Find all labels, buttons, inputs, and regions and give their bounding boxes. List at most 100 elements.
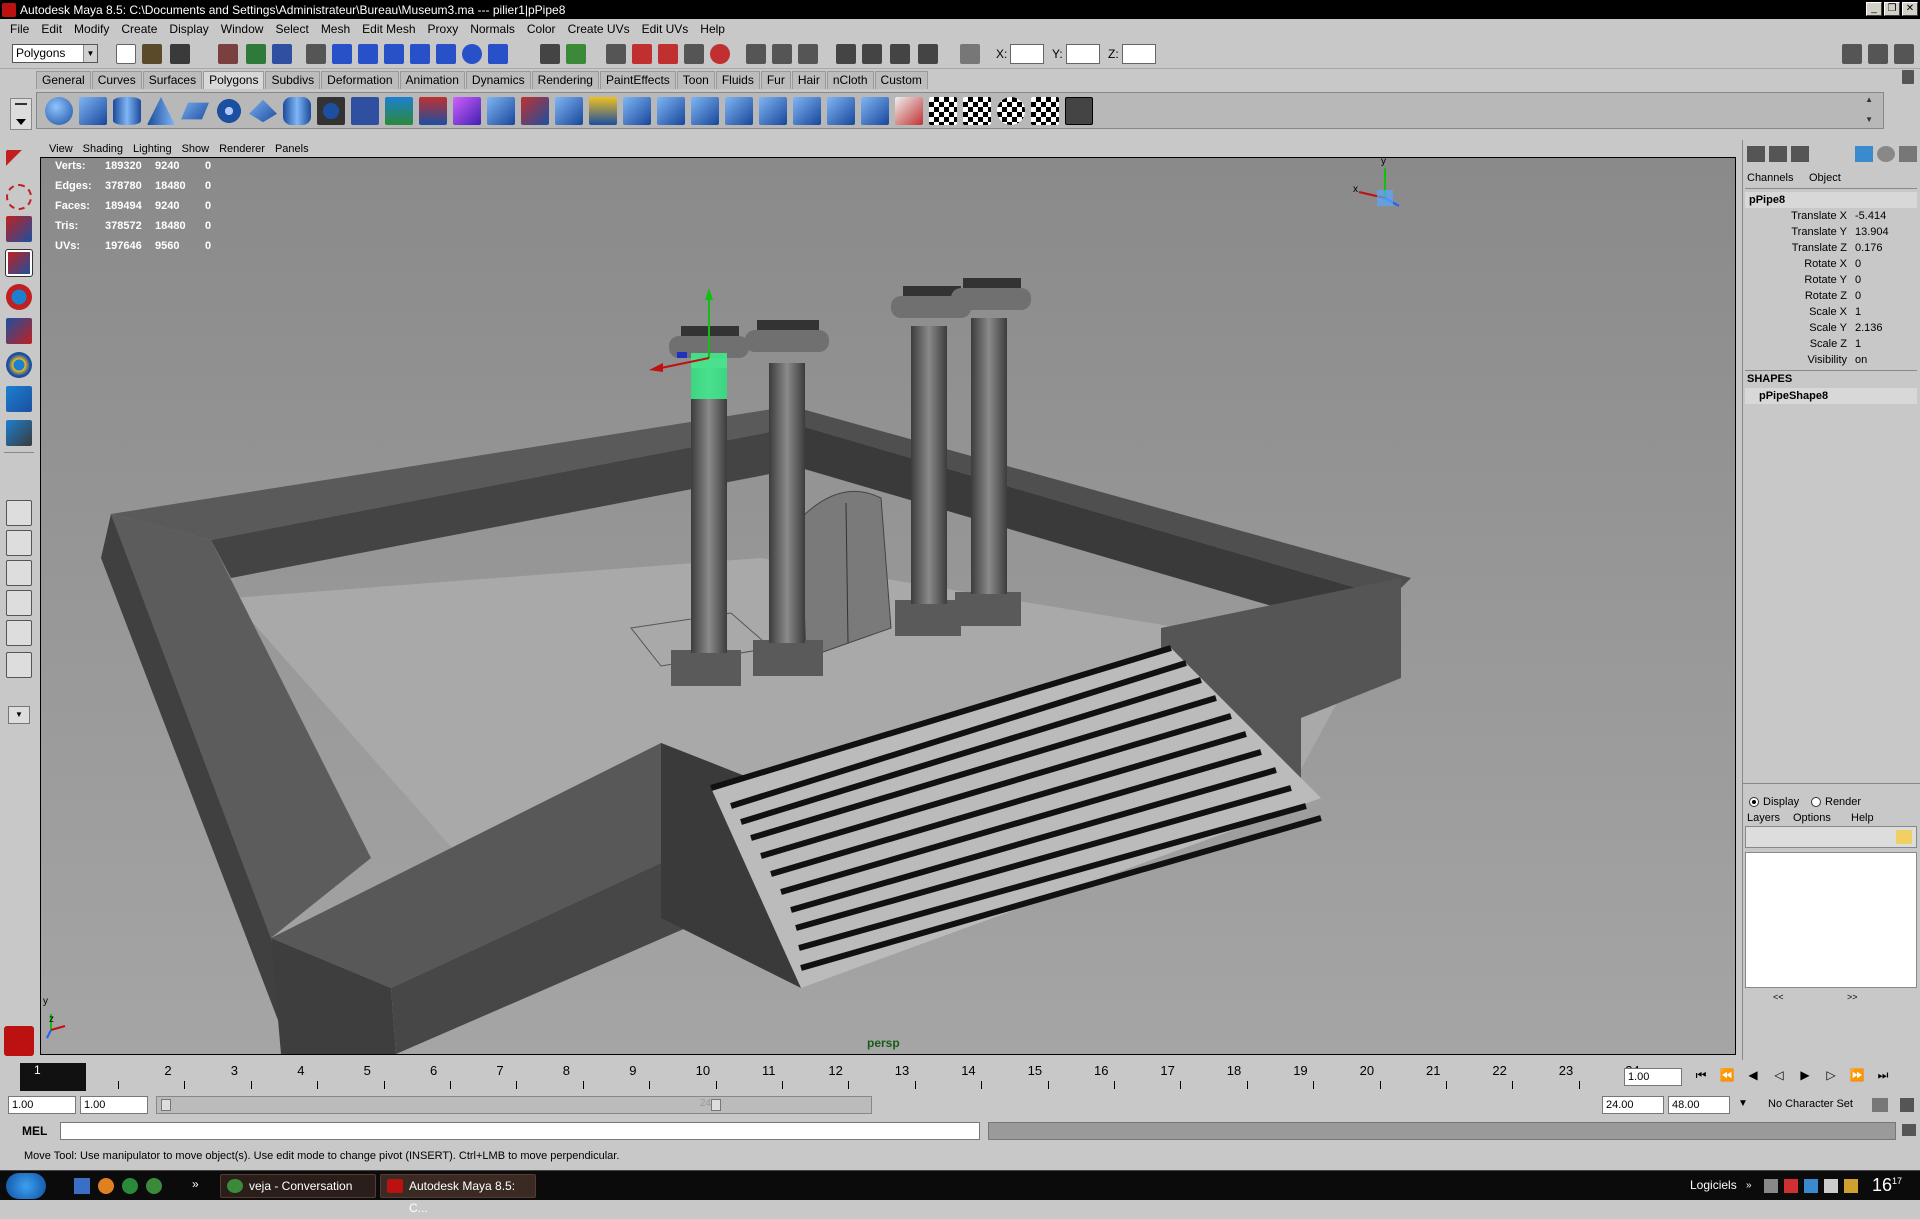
menu-create-uvs[interactable]: Create UVs xyxy=(562,22,636,36)
viewport-menu-view[interactable]: View xyxy=(44,143,78,155)
outliner-layout-icon[interactable] xyxy=(6,652,32,678)
menu-mesh[interactable]: Mesh xyxy=(315,22,356,36)
shelf-tab-custom[interactable]: Custom xyxy=(874,71,928,89)
help-icon[interactable] xyxy=(488,44,508,64)
new-layer-icon[interactable] xyxy=(1896,830,1912,844)
poke-icon[interactable] xyxy=(827,97,855,125)
snap-curve-icon[interactable] xyxy=(358,44,378,64)
menu-select[interactable]: Select xyxy=(269,22,314,36)
channel-scale-y[interactable]: Scale Y 2.136 xyxy=(1745,322,1917,338)
shelf-tab-rendering[interactable]: Rendering xyxy=(531,71,599,89)
persp-outliner-layout-icon[interactable] xyxy=(6,560,32,586)
channel-value[interactable]: 0.176 xyxy=(1851,242,1917,258)
lock-icon[interactable] xyxy=(540,44,560,64)
z-field[interactable] xyxy=(1122,44,1156,64)
menu-set-dropdown[interactable]: Polygons ▼ xyxy=(12,44,98,63)
render-settings-icon[interactable] xyxy=(918,44,938,64)
tab-channels[interactable]: Channels xyxy=(1747,172,1793,184)
range-end-handle[interactable] xyxy=(711,1099,721,1111)
poly-prism-icon[interactable] xyxy=(249,99,277,123)
current-time-field[interactable]: 1.00 xyxy=(1624,1068,1682,1086)
rotate-tool-icon[interactable] xyxy=(6,284,32,310)
playback-end-field[interactable]: 24.00 xyxy=(1602,1096,1664,1114)
minimize-button[interactable]: _ xyxy=(1866,2,1882,16)
viewport-menu-lighting[interactable]: Lighting xyxy=(128,143,177,155)
select-hierarchy-icon[interactable] xyxy=(218,44,238,64)
bluetooth-icon[interactable] xyxy=(1804,1179,1818,1193)
four-view-layout-icon[interactable] xyxy=(6,530,32,556)
poly-plane-icon[interactable] xyxy=(181,102,209,120)
subdivide-icon[interactable] xyxy=(861,97,889,125)
mask-icon[interactable] xyxy=(306,44,326,64)
uv-automatic-icon[interactable] xyxy=(1031,97,1059,125)
display-radio[interactable] xyxy=(1749,797,1759,807)
tray-toolbar-label[interactable]: Logiciels xyxy=(1690,1178,1737,1192)
sphere-preview-icon[interactable] xyxy=(1877,146,1895,162)
shelf-menu-button[interactable] xyxy=(10,98,32,130)
start-time-field[interactable]: 1.00 xyxy=(8,1096,76,1114)
time-slider[interactable]: 1 23456789101112131415161718192021222324… xyxy=(0,1060,1920,1094)
menu-edit-uvs[interactable]: Edit UVs xyxy=(636,22,695,36)
symmetry-icon[interactable] xyxy=(798,44,818,64)
magnet-icon[interactable] xyxy=(658,44,678,64)
selected-object-name[interactable]: pPipe8 xyxy=(1745,192,1917,208)
script-editor-icon[interactable] xyxy=(1902,1124,1916,1136)
firefox-icon[interactable] xyxy=(98,1178,114,1194)
snap-sphere-icon[interactable] xyxy=(462,44,482,64)
channel-value[interactable]: 2.136 xyxy=(1851,322,1917,338)
menu-edit[interactable]: Edit xyxy=(35,22,68,36)
start-button[interactable] xyxy=(6,1173,46,1199)
layout-more-icon[interactable]: ▼ xyxy=(8,706,30,724)
poly-cylinder-icon[interactable] xyxy=(113,97,141,125)
step-forward-frame-icon[interactable]: ▷ xyxy=(1820,1068,1842,1088)
menu-create[interactable]: Create xyxy=(115,22,163,36)
shelf-tab-ncloth[interactable]: nCloth xyxy=(826,71,874,89)
paint-ops-icon[interactable] xyxy=(1855,146,1873,162)
uv-planar-icon[interactable] xyxy=(929,97,957,125)
channel-value[interactable]: 1 xyxy=(1851,306,1917,322)
play-forwards-icon[interactable]: ▶ xyxy=(1794,1068,1816,1088)
new-scene-icon[interactable] xyxy=(116,44,136,64)
shelf-tab-toon[interactable]: Toon xyxy=(676,71,715,89)
channel-scale-x[interactable]: Scale X 1 xyxy=(1745,306,1917,322)
boolean-union-icon[interactable] xyxy=(419,97,447,125)
shelf-tab-general[interactable]: General xyxy=(36,71,91,89)
playback-start-field[interactable]: 1.00 xyxy=(80,1096,148,1114)
scale-tool-icon[interactable] xyxy=(6,318,32,344)
shelf-tab-curves[interactable]: Curves xyxy=(91,71,142,89)
menu-display[interactable]: Display xyxy=(163,22,214,36)
channel-translate-y[interactable]: Translate Y 13.904 xyxy=(1745,226,1917,242)
channel-box-icon[interactable] xyxy=(1894,44,1914,64)
output-ops-icon[interactable] xyxy=(772,44,792,64)
snap-plane-icon[interactable] xyxy=(410,44,430,64)
paint-select-tool-icon[interactable] xyxy=(6,216,32,242)
shelf-tab-painteffects[interactable]: PaintEffects xyxy=(599,71,676,89)
render-view-icon[interactable] xyxy=(836,44,856,64)
snap-point-icon[interactable] xyxy=(384,44,404,64)
smooth-proxy-icon[interactable] xyxy=(453,97,481,125)
snap-grid-icon[interactable] xyxy=(332,44,352,64)
channel-value[interactable]: 1 xyxy=(1851,338,1917,354)
menu-edit-mesh[interactable]: Edit Mesh xyxy=(356,22,421,36)
open-scene-icon[interactable] xyxy=(142,44,162,64)
animation-prefs-icon[interactable] xyxy=(1900,1098,1914,1112)
select-object-icon[interactable] xyxy=(246,44,266,64)
trash-icon[interactable] xyxy=(1902,70,1914,84)
power-icon[interactable] xyxy=(1844,1179,1858,1193)
soft-modification-icon[interactable] xyxy=(6,386,32,412)
bevel-icon[interactable] xyxy=(623,97,651,125)
tool-settings-icon[interactable] xyxy=(1868,44,1888,64)
select-component-icon[interactable] xyxy=(272,44,292,64)
x-field[interactable] xyxy=(1010,44,1044,64)
channel-value[interactable]: 0 xyxy=(1851,274,1917,290)
range-start-handle[interactable] xyxy=(161,1099,171,1111)
shelf-tab-hair[interactable]: Hair xyxy=(791,71,826,89)
menu-window[interactable]: Window xyxy=(215,22,270,36)
viewport-menu-shading[interactable]: Shading xyxy=(78,143,128,155)
split-polygon-icon[interactable] xyxy=(589,97,617,125)
tray-expand-icon[interactable]: » xyxy=(1746,1180,1752,1191)
layers-menu-options[interactable]: Options xyxy=(1793,812,1831,824)
channel-rotate-z[interactable]: Rotate Z 0 xyxy=(1745,290,1917,306)
volume-icon[interactable] xyxy=(1824,1179,1838,1193)
shelf-tab-dynamics[interactable]: Dynamics xyxy=(465,71,531,89)
